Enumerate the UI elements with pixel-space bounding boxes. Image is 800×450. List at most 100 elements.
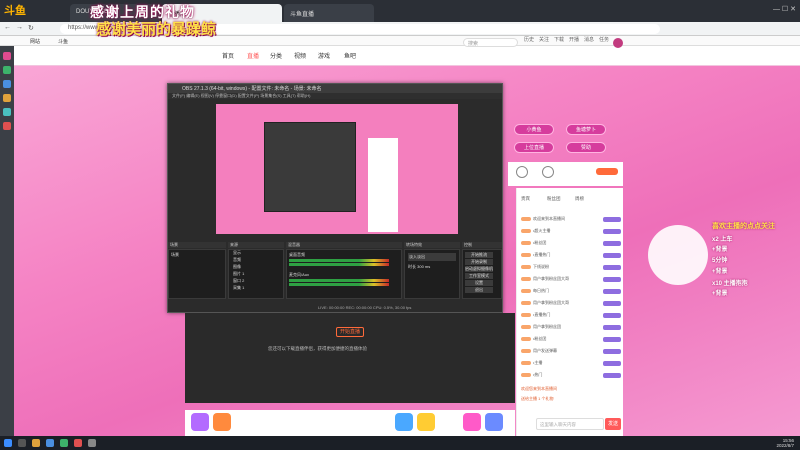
bookmark-item[interactable]: 斗鱼 — [58, 38, 68, 45]
scene-item[interactable]: 场景 — [169, 250, 225, 260]
search-input[interactable]: 搜索 — [463, 38, 518, 47]
obs-menu-bar[interactable]: 文件(F) 编辑(E) 视图(V) 停靠窗口(D) 配置文件(P) 场景集合(S… — [168, 93, 502, 99]
mixer-channel-label: 桌面音频 — [289, 252, 305, 257]
nav-games[interactable]: 游戏 — [318, 51, 330, 60]
sponsor-button[interactable]: 赞助 — [566, 142, 606, 153]
chat-message: 用户拿到粉丝团 — [521, 324, 621, 332]
mixer-panel[interactable]: 桌面音频 麦克风/Aux — [286, 249, 402, 299]
send-button[interactable]: 发送 — [605, 418, 621, 430]
nav-category[interactable]: 分类 — [270, 51, 282, 60]
refresh-icon[interactable]: ↻ — [28, 24, 34, 32]
bookmark-item[interactable]: 网站 — [30, 38, 40, 45]
download-icon[interactable]: 下载 — [552, 36, 566, 50]
rank-tab[interactable]: 贵宾 — [521, 196, 530, 202]
gift-icon[interactable] — [213, 413, 231, 431]
chat-message: 用户拿到粉丝团大哥 — [521, 276, 621, 284]
rank-tab[interactable]: 粉丝团 — [547, 196, 561, 202]
unicorn-decoration — [648, 225, 708, 285]
follow-icon[interactable]: 关注 — [537, 36, 551, 50]
audio-meter — [289, 259, 389, 262]
source-item[interactable]: 窗口 2 — [229, 278, 283, 285]
history-icon[interactable]: 历史 — [522, 36, 536, 50]
taskbar-app-icon[interactable] — [46, 439, 54, 447]
gift-icon[interactable] — [516, 166, 528, 178]
task-icon[interactable]: 任务 — [597, 36, 611, 50]
source-item[interactable]: 采集 1 — [229, 285, 283, 292]
search-icon[interactable] — [18, 439, 26, 447]
duration-input[interactable]: 300 ms — [417, 264, 430, 269]
source-item[interactable]: 显示 — [229, 250, 283, 257]
chat-input[interactable]: 这里输入聊天内容 — [536, 418, 604, 430]
sidebar-app-icon[interactable] — [3, 52, 11, 60]
sidebar-app-icon[interactable] — [3, 122, 11, 130]
mixer-channel-label: 麦克风/Aux — [289, 272, 310, 277]
transition-select[interactable]: 淡入淡出 — [408, 253, 456, 261]
sidebar-app-icon[interactable] — [3, 66, 11, 74]
exit-button[interactable]: 退出 — [465, 287, 493, 293]
gift-icon[interactable] — [191, 413, 209, 431]
dock-header-mixer: 混音器 — [286, 242, 402, 248]
radish-button[interactable]: 鱼塘萝卜 — [566, 124, 606, 135]
scenes-panel[interactable]: 场景 — [168, 249, 226, 299]
start-live-button[interactable]: 开始直播 — [336, 327, 364, 337]
gift-icon[interactable] — [542, 166, 554, 178]
gift-icon[interactable] — [417, 413, 435, 431]
taskbar — [0, 436, 800, 450]
follow-line: x2 上车 — [712, 237, 733, 243]
obs-window[interactable]: OBS 27.1.3 (64-bit, windows) - 配置文件: 未命名… — [167, 83, 503, 313]
sources-panel[interactable]: 显示 音频 图像 图片 1 窗口 2 采集 1 — [228, 249, 284, 299]
gift-icon[interactable] — [463, 413, 481, 431]
avatar[interactable] — [613, 38, 623, 48]
rank-tab[interactable]: 周榜 — [575, 196, 584, 202]
taskbar-app-icon[interactable] — [32, 439, 40, 447]
chat-message: •粉丝团 — [521, 240, 621, 248]
chat-message: •直播热门 — [521, 252, 621, 260]
site-header: 首页 直播 分类 视频 游戏 鱼吧 — [14, 46, 800, 66]
broadcast-icon[interactable]: 开播 — [567, 36, 581, 50]
source-item[interactable]: 音频 — [229, 257, 283, 264]
message-icon[interactable]: 消息 — [582, 36, 596, 50]
report-button[interactable] — [596, 168, 618, 175]
taskbar-app-icon[interactable] — [74, 439, 82, 447]
browser-sidebar — [0, 46, 14, 436]
taskbar-app-icon[interactable] — [88, 439, 96, 447]
audio-meter — [289, 283, 389, 286]
obs-title-bar: OBS 27.1.3 (64-bit, windows) - 配置文件: 未命名… — [168, 84, 502, 93]
follow-line: +背景 — [712, 269, 728, 275]
source-item[interactable]: 图片 1 — [229, 271, 283, 278]
obs-status-bar: LIVE: 00:00:00 REC: 00:00:00 CPU: 0.5%, … — [318, 305, 412, 310]
back-icon[interactable]: ← — [4, 24, 11, 31]
nav-video[interactable]: 视频 — [294, 51, 306, 60]
sidebar-app-icon[interactable] — [3, 80, 11, 88]
windows-start-icon[interactable] — [4, 439, 12, 447]
settings-button[interactable]: 设置 — [465, 280, 493, 286]
nav-yuba[interactable]: 鱼吧 — [344, 51, 356, 60]
gift-bar — [185, 410, 515, 436]
sidebar-app-icon[interactable] — [3, 108, 11, 116]
nav-home[interactable]: 首页 — [222, 51, 234, 60]
chat-notice: 送给主播 1 个礼物 — [521, 396, 554, 401]
gift-icon[interactable] — [485, 413, 503, 431]
transitions-panel[interactable]: 淡入淡出 时长 300 ms — [404, 249, 460, 299]
window-controls[interactable]: — ☐ ✕ — [773, 5, 796, 13]
browser-tab[interactable]: 斗鱼直播 — [284, 4, 374, 22]
studio-mode-button[interactable]: 工作室模式 — [465, 273, 493, 279]
follow-title: 喜欢主播的点点关注 — [712, 223, 775, 230]
fish-button[interactable]: 小黄鱼 — [514, 124, 554, 135]
gift-icon[interactable] — [395, 413, 413, 431]
taskbar-clock[interactable]: 15:56 2022/8/7 — [776, 438, 794, 448]
start-recording-button[interactable]: 开始录制 — [465, 259, 493, 265]
upper-live-button[interactable]: 上位直播 — [514, 142, 554, 153]
sidebar-app-icon[interactable] — [3, 94, 11, 102]
duration-label: 时长 — [408, 264, 416, 269]
douyu-logo[interactable]: 斗鱼 — [4, 2, 26, 18]
chat-message: •超火主播 — [521, 228, 621, 236]
taskbar-app-icon[interactable] — [60, 439, 68, 447]
forward-icon[interactable]: → — [16, 24, 23, 31]
virtual-camera-button[interactable]: 启动虚拟摄像机 — [465, 266, 493, 272]
controls-panel: 开始推流 开始录制 启动虚拟摄像机 工作室模式 设置 退出 — [462, 249, 502, 299]
follow-line: +背景 — [712, 247, 728, 253]
source-item[interactable]: 图像 — [229, 264, 283, 271]
nav-live[interactable]: 直播 — [247, 51, 259, 60]
start-streaming-button[interactable]: 开始推流 — [465, 252, 493, 258]
